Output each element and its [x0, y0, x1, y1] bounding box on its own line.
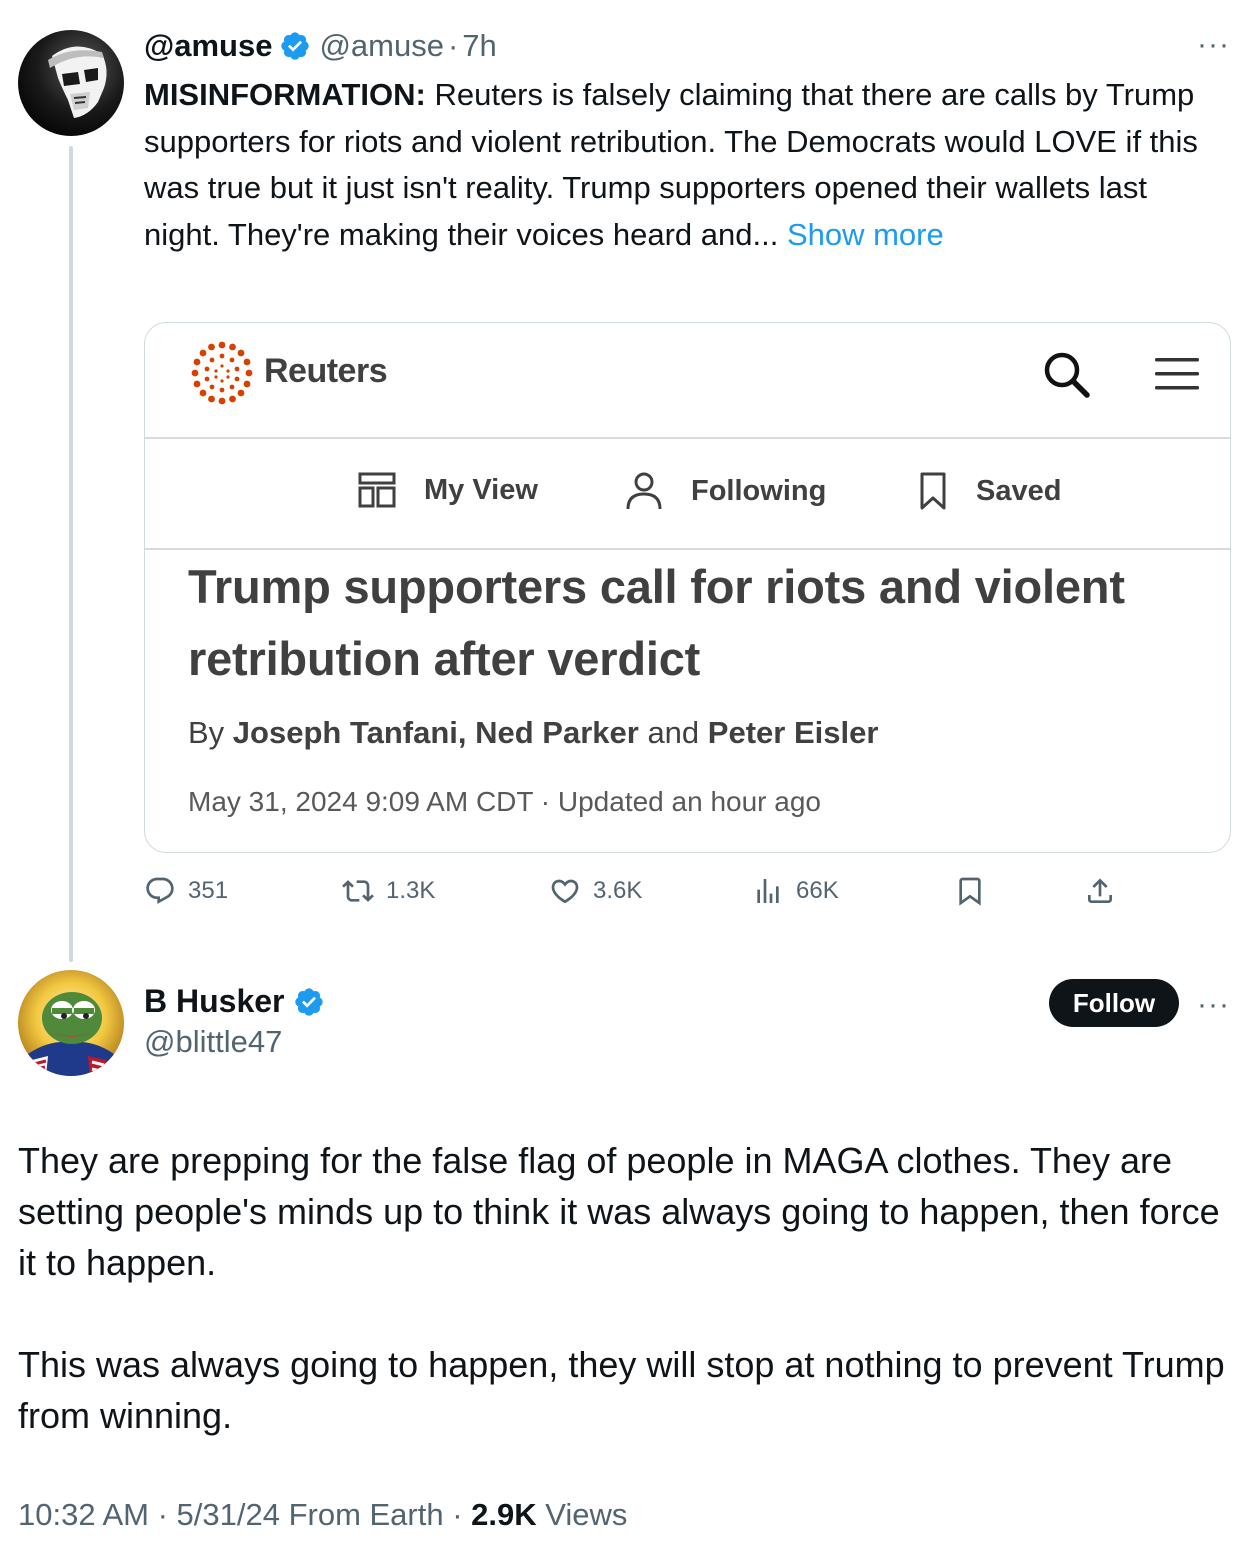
heart-icon — [551, 879, 579, 904]
author-handle[interactable]: @amuse — [319, 28, 444, 64]
article-date: May 31, 2024 9:09 AM CDT · Updated an ho… — [188, 786, 821, 817]
tweet-action-bar: 351 1.3K 3.6K 66K — [144, 866, 1144, 916]
verified-badge-icon — [294, 987, 323, 1016]
reply-author-handle[interactable]: @blittle47 — [144, 1024, 282, 1060]
analytics-icon — [757, 879, 779, 903]
reply-icon — [146, 877, 174, 904]
avatar-b-husker[interactable] — [18, 970, 124, 1076]
reuters-header: Reuters — [145, 323, 1230, 439]
article-headline: Trump supporters call for riots and viol… — [188, 560, 1125, 685]
article-screenshot-card[interactable]: Reuters My View Following Saved Trump su… — [144, 322, 1231, 853]
byline-author-2: Ned Parker — [475, 715, 639, 750]
share-button[interactable] — [1084, 866, 1128, 916]
bookmark-button[interactable] — [954, 866, 998, 916]
byline-author-1: Joseph Tanfani — [232, 715, 458, 750]
repost-icon — [342, 880, 374, 902]
nav-saved-label: Saved — [976, 474, 1062, 507]
nav-following-label: Following — [691, 474, 827, 507]
bookmark-icon — [920, 472, 946, 510]
reuters-nav-bar: My View Following Saved — [145, 439, 1230, 550]
reply-author-name[interactable]: B Husker — [144, 983, 285, 1020]
reply-count: 351 — [188, 877, 229, 904]
hamburger-menu-icon — [1155, 358, 1199, 390]
nav-my-view-label: My View — [424, 473, 538, 506]
share-icon — [1088, 878, 1112, 903]
like-button[interactable]: 3.6K — [549, 866, 642, 916]
tweet-timestamp[interactable]: 7h — [462, 28, 496, 64]
views-button[interactable]: 66K — [752, 866, 839, 916]
byline-prefix: By — [188, 715, 233, 750]
nav-my-view: My View — [358, 471, 538, 509]
views-count: 66K — [796, 877, 839, 904]
nav-saved: Saved — [918, 471, 1061, 511]
reply-button[interactable]: 351 — [144, 866, 228, 916]
bookmark-outline-icon — [959, 877, 981, 906]
reuters-logo-icon — [191, 341, 253, 405]
verified-badge-icon — [281, 32, 310, 60]
thread-connector-line — [69, 146, 73, 962]
reply-author-name-row: B Husker — [144, 983, 333, 1020]
article-byline: By Joseph Tanfani, Ned Parker and Peter … — [188, 715, 878, 751]
reply-meta: 10:32 AM · 5/31/24 From Earth · 2.9K Vie… — [18, 1497, 627, 1533]
tweet-text-lead: MISINFORMATION: — [144, 77, 426, 112]
byline-and: and — [638, 715, 708, 750]
nav-following: Following — [625, 471, 826, 511]
author-name[interactable]: @amuse — [144, 28, 272, 64]
reuters-wordmark: Reuters — [264, 352, 388, 390]
more-options-icon[interactable]: ··· — [1197, 990, 1230, 1020]
separator-dot: · — [447, 28, 459, 63]
more-options-icon[interactable]: ··· — [1197, 30, 1230, 60]
byline-author-3: Peter Eisler — [707, 715, 879, 750]
layout-icon — [358, 472, 396, 508]
search-icon — [1044, 352, 1090, 398]
avatar-amuse[interactable] — [18, 30, 124, 136]
byline-separator: , — [457, 715, 476, 750]
repost-button[interactable]: 1.3K — [342, 866, 435, 916]
reply-text: They are prepping for the false flag of … — [18, 1135, 1238, 1441]
reply-paragraph-2: This was always going to happen, they wi… — [18, 1344, 1225, 1436]
reply-views-count: 2.9K — [471, 1497, 537, 1532]
follow-button[interactable]: Follow — [1049, 979, 1179, 1027]
reply-views-label: Views — [536, 1497, 628, 1532]
repost-count: 1.3K — [386, 877, 436, 904]
tweet-header: @amuse @amuse · 7h — [144, 26, 497, 66]
tweet-text: MISINFORMATION: Reuters is falsely claim… — [144, 72, 1214, 258]
show-more-link[interactable]: Show more — [787, 217, 944, 252]
person-icon — [626, 472, 662, 510]
reply-paragraph-1: They are prepping for the false flag of … — [18, 1140, 1220, 1283]
like-count: 3.6K — [593, 877, 643, 904]
reply-timestamp-source[interactable]: 10:32 AM · 5/31/24 From Earth · — [18, 1497, 471, 1532]
